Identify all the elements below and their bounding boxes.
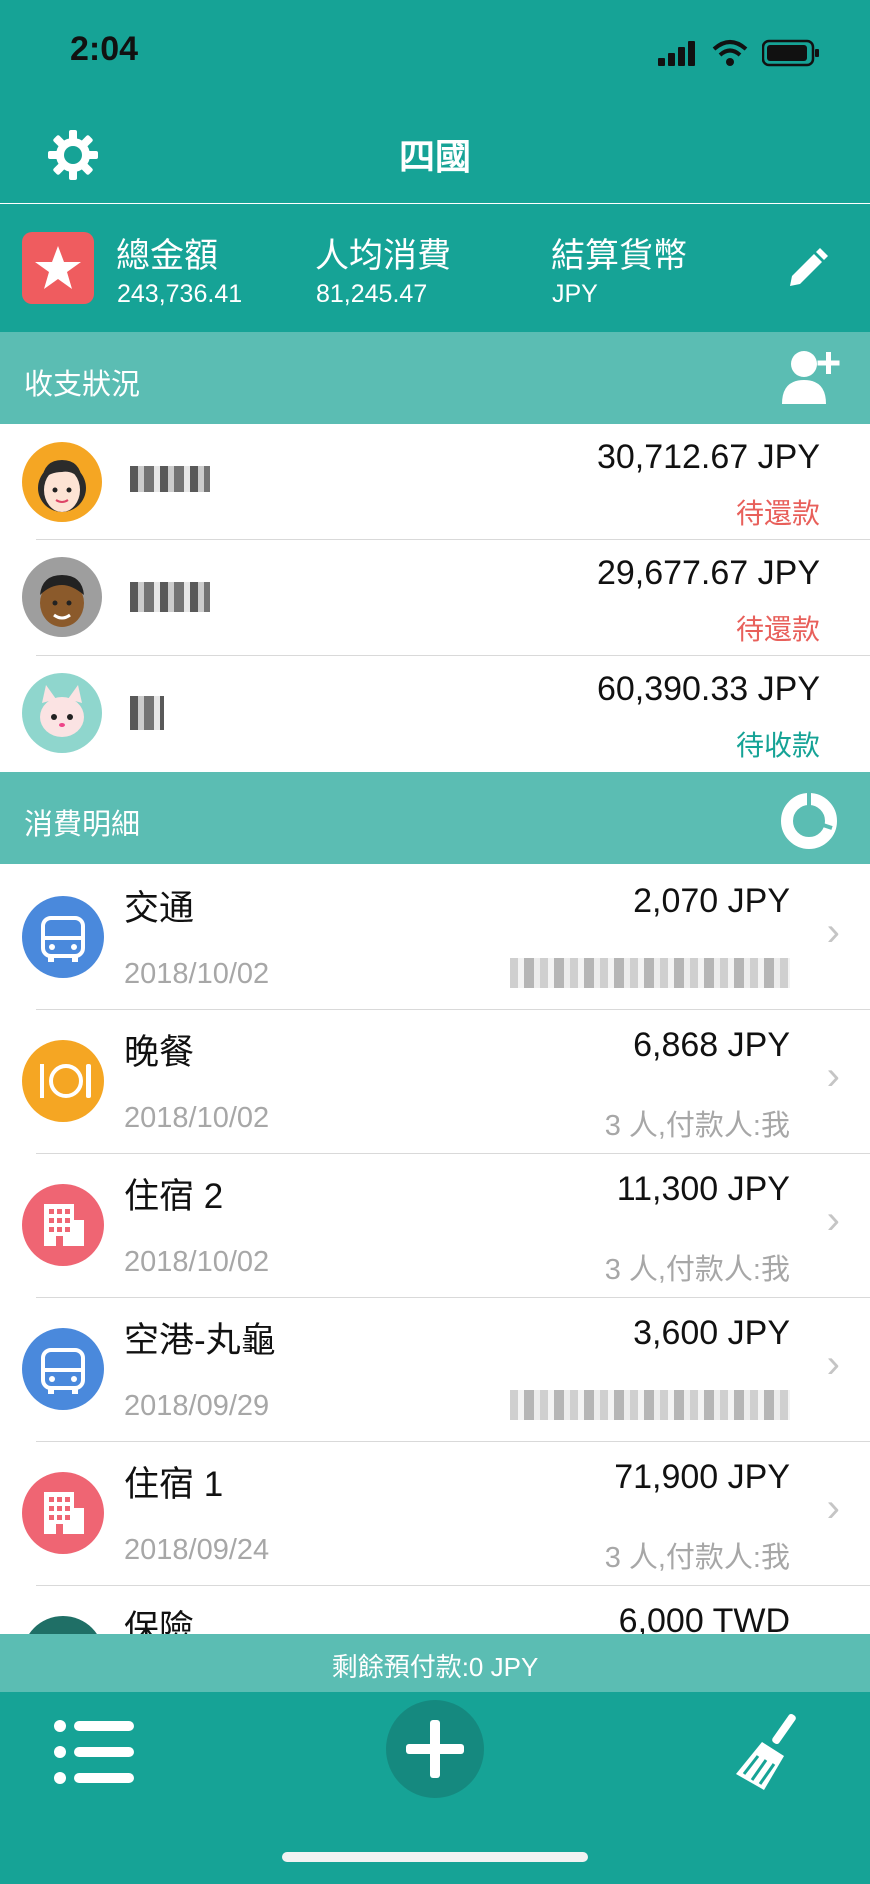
cellular-signal-icon — [658, 41, 695, 66]
hotel-icon — [22, 1184, 104, 1266]
expense-date: 2018/09/29 — [124, 1390, 270, 1422]
status-icons — [658, 36, 820, 70]
member-name-redacted — [130, 696, 164, 730]
bus-icon — [22, 1328, 104, 1410]
page-title: 四國 — [398, 136, 471, 177]
expenses-section-title: 消費明細 — [24, 809, 141, 841]
expense-date: 2018/10/02 — [124, 958, 270, 990]
expense-date: 2018/09/24 — [124, 1534, 270, 1566]
expense-date: 2018/10/02 — [124, 1102, 270, 1134]
expense-note: 3 人,付款人:我 — [604, 1254, 790, 1286]
expense-note: 3 人,付款人:我 — [604, 1110, 790, 1142]
expense-name: 住宿 1 — [124, 1465, 224, 1504]
currency-value: JPY — [552, 280, 598, 308]
member-status: 待收款 — [735, 730, 820, 761]
total-label: 總金額 — [116, 237, 218, 275]
expense-note — [510, 958, 790, 988]
home-indicator — [282, 1852, 588, 1862]
expense-amount: 3,600 JPY — [633, 1314, 790, 1352]
list-menu-icon[interactable] — [52, 1718, 136, 1786]
expense-date: 2018/10/02 — [124, 1246, 270, 1278]
member-name-redacted — [130, 466, 210, 492]
chevron-right-icon: › — [826, 910, 840, 954]
expense-amount: 11,300 JPY — [616, 1170, 790, 1208]
total-value: 243,736.41 — [117, 280, 243, 308]
members-section-title: 收支狀況 — [24, 369, 141, 401]
expense-amount: 6,868 JPY — [633, 1026, 790, 1064]
avatar — [22, 673, 102, 753]
avatar — [22, 557, 102, 637]
average-value: 81,245.47 — [316, 280, 428, 308]
avatar — [22, 442, 102, 522]
member-status: 待還款 — [735, 614, 820, 645]
hotel-icon — [22, 1472, 104, 1554]
member-amount: 30,712.67 JPY — [596, 438, 820, 476]
expense-amount: 2,070 JPY — [633, 882, 790, 920]
chevron-right-icon: › — [826, 1486, 840, 1530]
edit-pencil-icon[interactable] — [784, 244, 830, 290]
favorite-star-icon[interactable] — [22, 232, 94, 304]
chevron-right-icon: › — [826, 1198, 840, 1242]
chevron-right-icon: › — [826, 1342, 840, 1386]
broom-icon[interactable] — [734, 1712, 806, 1792]
average-label: 人均消費 — [315, 237, 451, 275]
expense-note: 3 人,付款人:我 — [604, 1542, 790, 1574]
member-amount: 60,390.33 JPY — [596, 670, 820, 708]
expense-note — [510, 1390, 790, 1420]
expense-name: 晚餐 — [124, 1033, 195, 1072]
chevron-right-icon: › — [826, 1054, 840, 1098]
plus-icon — [406, 1720, 464, 1778]
dinner-plate-icon — [22, 1040, 104, 1122]
battery-icon — [762, 39, 819, 67]
wifi-icon — [712, 40, 748, 66]
expense-name: 交通 — [124, 889, 195, 928]
prepay-balance: 剩餘預付款:0 JPY — [331, 1652, 539, 1682]
pie-chart-icon[interactable] — [780, 792, 838, 850]
add-expense-button[interactable] — [386, 1700, 484, 1798]
bus-icon — [22, 896, 104, 978]
status-time: 2:04 — [70, 30, 139, 68]
add-member-icon[interactable] — [782, 348, 842, 406]
expense-name: 空港-丸龜 — [124, 1321, 276, 1360]
expense-amount: 71,900 JPY — [614, 1458, 790, 1496]
currency-label: 結算貨幣 — [551, 237, 687, 275]
expense-name: 住宿 2 — [124, 1177, 224, 1216]
member-amount: 29,677.67 JPY — [596, 554, 820, 592]
member-name-redacted — [130, 582, 210, 612]
member-status: 待還款 — [735, 498, 820, 529]
